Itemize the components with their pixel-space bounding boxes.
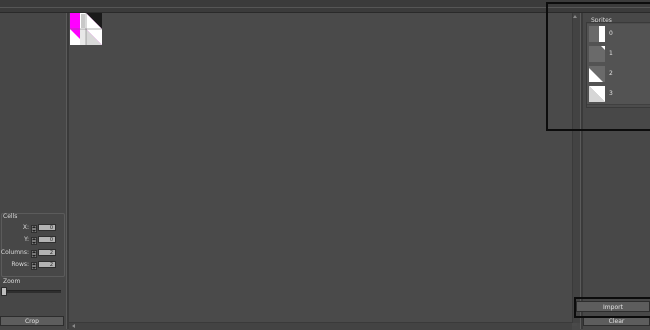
field-columns-label: Columns: [0,249,29,256]
sprite-canvas[interactable] [69,13,577,326]
scroll-left-icon[interactable] [72,324,75,328]
y-input[interactable]: 0 [38,236,56,243]
field-x-label: X: [22,224,29,231]
sprite-cell-0 [80,13,86,29]
zoom-title: Zoom [3,278,21,285]
import-highlight-frame [574,297,650,318]
x-input[interactable]: 0 [38,224,56,231]
rows-input[interactable]: 2 [38,261,56,268]
field-rows-label: Rows: [11,261,29,268]
crop-button[interactable]: Crop [0,316,64,326]
sprite-sheet-image [70,13,102,45]
columns-input[interactable]: 2 [38,249,56,256]
zoom-slider-track[interactable] [3,290,61,293]
field-x: X: 0 [0,224,62,233]
field-rows: Rows: 2 [0,261,62,270]
sprite-cell-1 [86,13,102,29]
field-columns: Columns: 2 [0,249,62,258]
sprites-highlight-frame [546,2,650,131]
rows-spinner[interactable] [31,262,37,270]
columns-spinner[interactable] [31,250,37,258]
field-y-label: Y: [24,236,29,243]
sprite-cell-3 [86,29,102,45]
y-spinner[interactable] [31,237,37,245]
x-spinner[interactable] [31,225,37,233]
zoom-slider-thumb[interactable] [1,287,7,296]
field-y: Y: 0 [0,236,62,245]
cells-title: Cells [3,213,18,220]
